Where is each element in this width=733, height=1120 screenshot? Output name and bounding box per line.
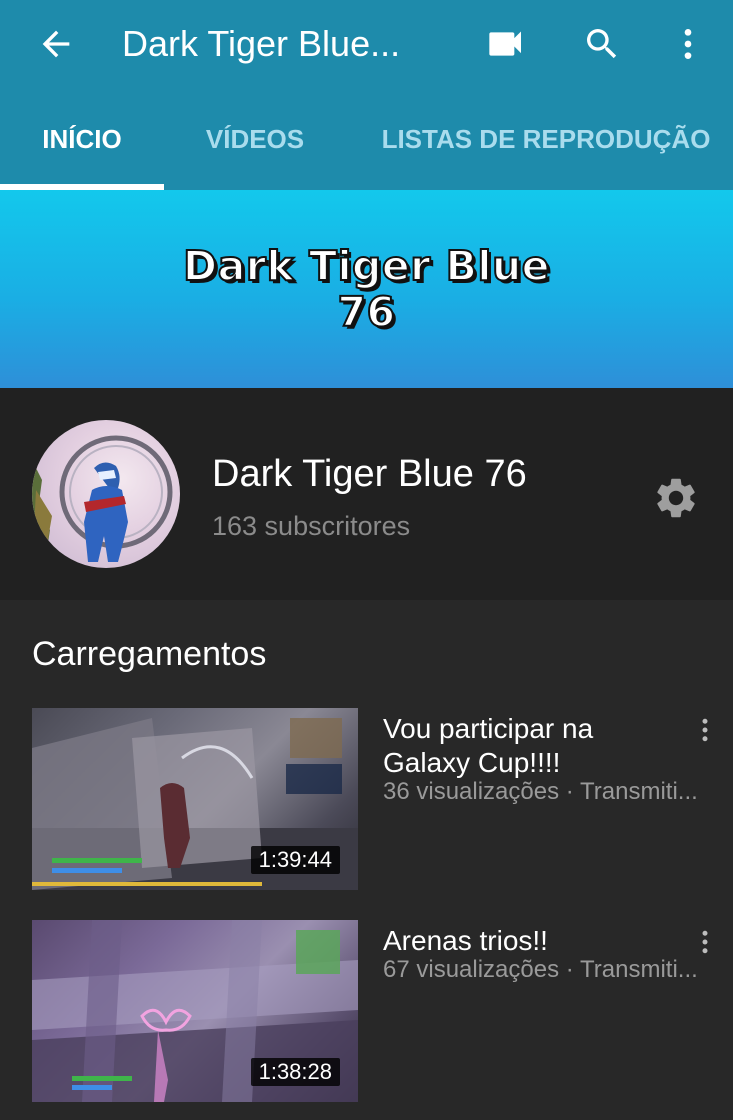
channel-title: Dark Tiger Blue... [122,23,401,64]
avatar-image [32,435,173,568]
channel-tabs: INÍCIO VÍDEOS LISTAS DE REPRODUÇÃO [0,88,733,190]
tab-home[interactable]: INÍCIO [0,88,164,190]
video-thumbnail[interactable]: 1:38:28 [32,920,358,1102]
back-button[interactable] [26,14,86,74]
search-button[interactable] [572,14,632,74]
channel-avatar[interactable] [32,420,180,568]
uploads-section-title: Carregamentos [32,635,267,673]
subscriber-count: 163 subscritores [212,511,411,541]
video-duration: 1:38:28 [250,1058,340,1086]
video-meta: 36 visualizações · Transmiti... [383,778,698,805]
video-more-button[interactable] [690,710,720,750]
create-video-button[interactable] [476,14,536,74]
video-meta: 67 visualizações · Transmiti... [383,956,698,983]
banner-title-line1: Dark Tiger Blue [182,242,550,290]
more-options-button[interactable] [664,14,712,74]
video-title[interactable]: Arenas trios!! [383,924,683,958]
gear-icon [657,478,695,518]
search-icon [587,29,617,59]
tab-videos[interactable]: VÍDEOS [180,88,330,190]
video-camera-icon [489,31,521,56]
video-thumbnail[interactable]: 1:39:44 [32,708,358,890]
channel-header: Dark Tiger Blue 76 163 subscritores [0,388,733,600]
more-vert-icon [702,930,708,954]
banner-title-line2: 76 [336,288,396,336]
video-duration: 1:39:44 [250,846,340,874]
channel-name: Dark Tiger Blue 76 [212,453,527,495]
settings-button[interactable] [648,470,704,526]
video-item[interactable]: 1:38:28 Arenas trios!! 67 visualizações … [0,920,733,1102]
video-title[interactable]: Vou participar na Galaxy Cup!!!! [383,712,683,780]
more-vert-icon [684,29,692,59]
video-item[interactable]: 1:39:44 Vou participar na Galaxy Cup!!!!… [0,708,733,890]
app-bar: Dark Tiger Blue... INÍCIO VÍDEOS LISTAS … [0,0,733,190]
top-toolbar: Dark Tiger Blue... [0,0,733,88]
tab-playlists[interactable]: LISTAS DE REPRODUÇÃO [368,88,724,190]
channel-banner: Dark Tiger Blue 76 [0,190,733,388]
video-more-button[interactable] [690,922,720,962]
more-vert-icon [702,718,708,742]
arrow-back-icon [42,30,70,58]
